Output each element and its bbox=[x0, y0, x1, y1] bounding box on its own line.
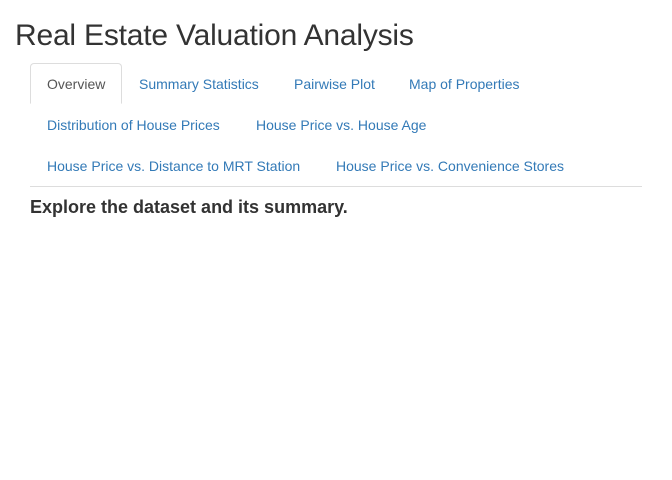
tab-summary-statistics[interactable]: Summary Statistics bbox=[122, 63, 276, 104]
tab-distribution-of-house-prices[interactable]: Distribution of House Prices bbox=[30, 104, 237, 145]
tab-house-price-vs-distance-to-mrt[interactable]: House Price vs. Distance to MRT Station bbox=[30, 145, 317, 186]
tab-pairwise-plot[interactable]: Pairwise Plot bbox=[277, 63, 392, 104]
tab-house-price-vs-house-age[interactable]: House Price vs. House Age bbox=[239, 104, 443, 145]
tab-house-price-vs-convenience-stores[interactable]: House Price vs. Convenience Stores bbox=[319, 145, 581, 186]
tab-map-of-properties[interactable]: Map of Properties bbox=[392, 63, 537, 104]
page-title: Real Estate Valuation Analysis bbox=[15, 19, 414, 52]
tab-overview[interactable]: Overview bbox=[30, 63, 123, 104]
tab-bar: Overview Summary Statistics Pairwise Plo… bbox=[30, 63, 642, 187]
overview-heading: Explore the dataset and its summary. bbox=[30, 197, 348, 217]
